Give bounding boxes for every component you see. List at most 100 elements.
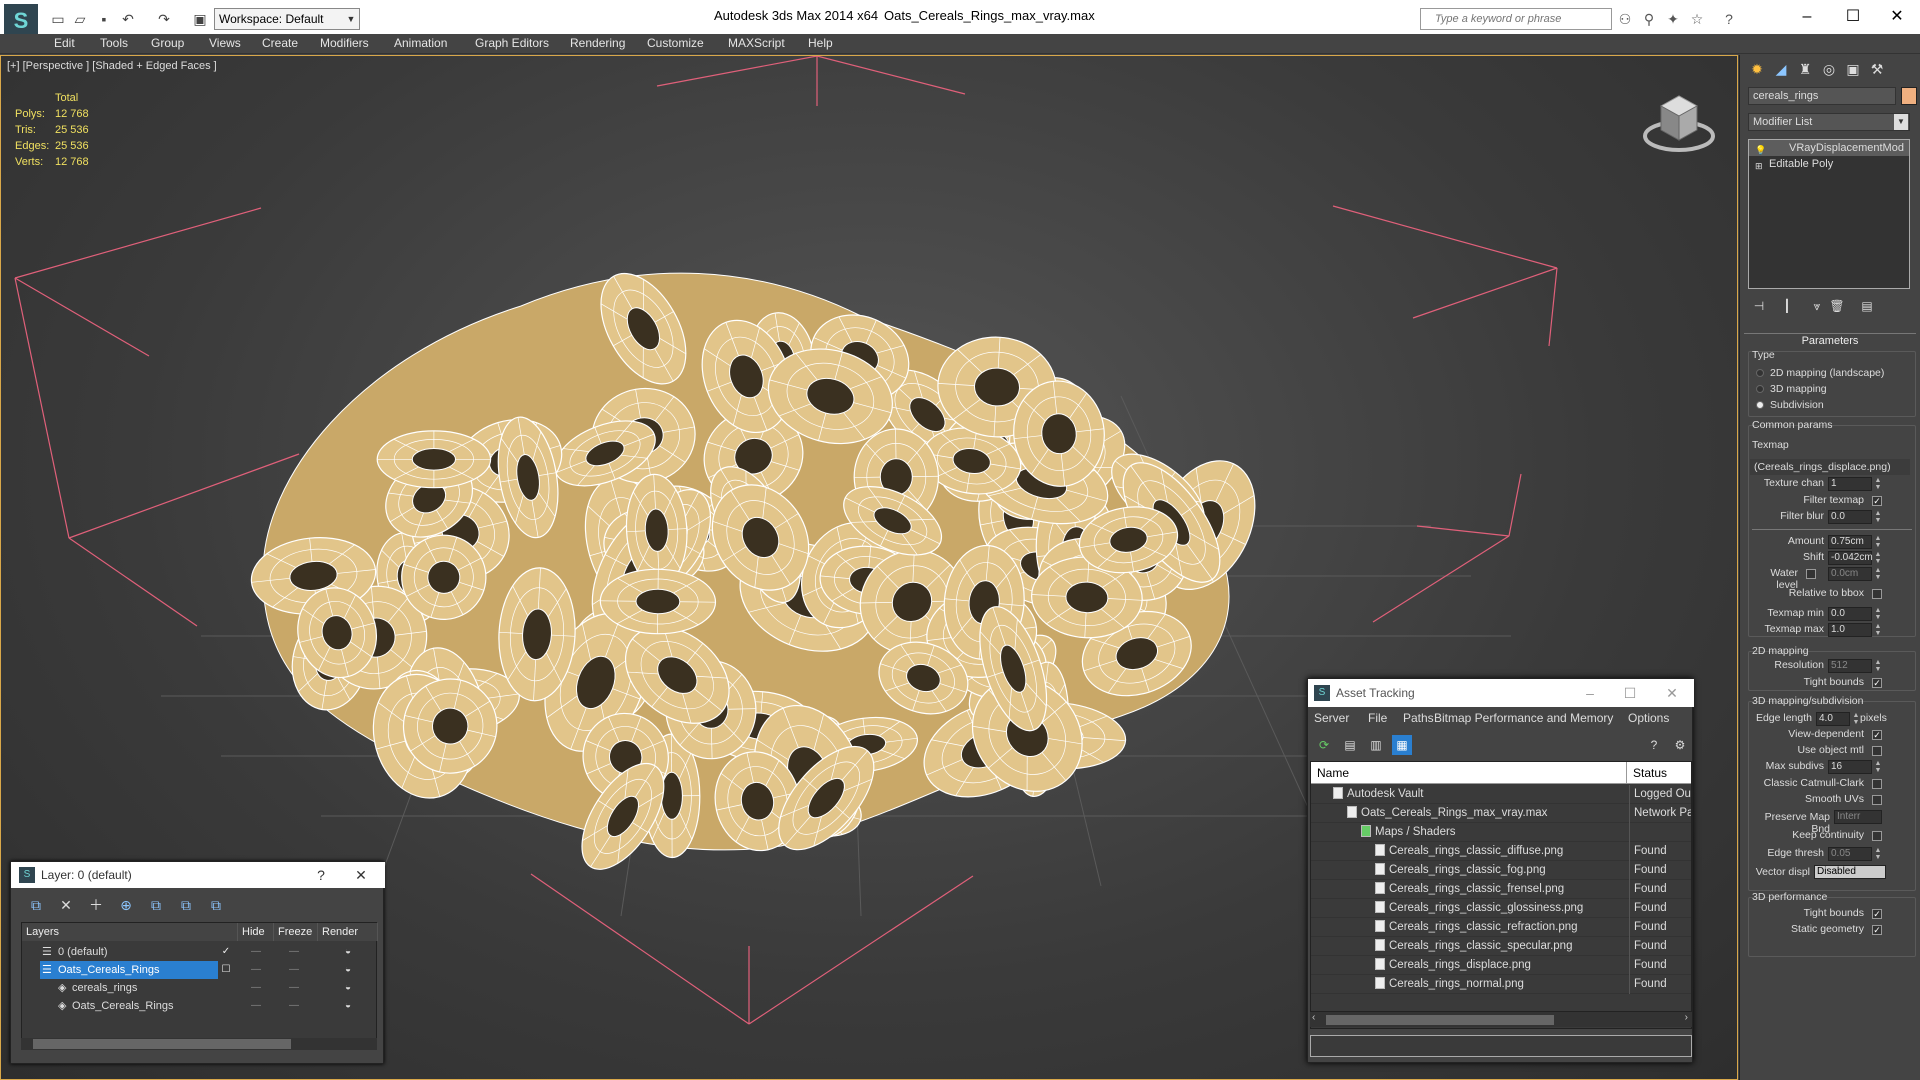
redo-icon[interactable]: ↷ <box>154 9 174 29</box>
show-end-result-icon[interactable]: ┃ <box>1776 297 1798 315</box>
save-icon[interactable]: ▪ <box>94 9 114 29</box>
parameters-rollout-header[interactable]: Parameters <box>1744 333 1916 347</box>
search-input[interactable] <box>1421 9 1611 29</box>
layer-row[interactable]: ☰ 0 (default) ✓ — — ◒ <box>22 943 378 961</box>
freeze-toggle[interactable]: — <box>286 979 302 997</box>
menu-help[interactable]: Help <box>808 36 833 50</box>
favorites-star-icon[interactable]: ☆ <box>1688 10 1706 28</box>
column-header-hide[interactable]: Hide <box>238 923 274 941</box>
render-teapot-icon[interactable]: ◒ <box>340 943 356 961</box>
delete-layer-icon[interactable]: ✕ <box>55 894 77 916</box>
use-object-mtl-checkbox[interactable] <box>1872 746 1882 756</box>
table-view-icon[interactable]: ▦ <box>1392 735 1412 755</box>
radio-icon[interactable] <box>1756 401 1764 409</box>
scrollbar-thumb[interactable] <box>33 1039 291 1049</box>
column-header-freeze[interactable]: Freeze <box>274 923 318 941</box>
close-icon[interactable]: ✕ <box>351 865 371 885</box>
help-icon[interactable]: ? <box>1720 10 1738 28</box>
spinner-arrows-icon[interactable]: ▲ ▼ <box>1852 712 1860 726</box>
asset-row[interactable]: Cereals_rings_classic_frensel.png Found <box>1311 880 1691 899</box>
menu-views[interactable]: Views <box>209 36 241 50</box>
keep-continuity-checkbox[interactable] <box>1872 831 1882 841</box>
horizontal-scrollbar[interactable] <box>21 1038 377 1050</box>
filter-texmap-checkbox[interactable]: ✓ <box>1872 496 1882 506</box>
menu-customize[interactable]: Customize <box>647 36 704 50</box>
object-color-swatch[interactable] <box>1901 87 1917 105</box>
expand-plus-icon[interactable]: ⊞ <box>1755 158 1765 171</box>
scroll-right-icon[interactable]: › <box>1685 1012 1688 1023</box>
refresh-icon[interactable]: ⟳ <box>1314 735 1334 755</box>
undo-icon[interactable]: ↶ <box>118 9 138 29</box>
vector-displ-dropdown[interactable]: Disabled <box>1814 865 1886 879</box>
perf-tight-bounds-checkbox[interactable]: ✓ <box>1872 909 1882 919</box>
asset-menu-options[interactable]: Options <box>1628 711 1669 725</box>
configure-sets-icon[interactable]: ▤ <box>1856 297 1878 315</box>
display-tab-icon[interactable]: ▣ <box>1842 59 1864 79</box>
viewport-label[interactable]: [+] [Perspective ] [Shaded + Edged Faces… <box>7 60 217 72</box>
asset-row[interactable]: Cereals_rings_classic_refraction.png Foun… <box>1311 918 1691 937</box>
edge-length-spinner[interactable]: 4.0 <box>1816 712 1850 726</box>
spinner-arrows-icon[interactable]: ▲ ▼ <box>1874 659 1882 673</box>
render-teapot-icon[interactable]: ◒ <box>340 997 356 1015</box>
asset-row[interactable]: Oats_Cereals_Rings_max_vray.max Network P… <box>1311 804 1691 823</box>
communication-icon[interactable]: ✦ <box>1664 10 1682 28</box>
hide-toggle[interactable]: — <box>248 979 264 997</box>
app-logo-icon[interactable]: S <box>4 4 38 38</box>
chevron-down-icon[interactable]: ▼ <box>343 8 359 30</box>
hide-toggle[interactable]: — <box>248 997 264 1015</box>
spinner-arrows-icon[interactable]: ▲ ▼ <box>1874 607 1882 621</box>
layer-object-row[interactable]: ◈ cereals_rings — — ◒ <box>22 979 378 997</box>
create-tab-icon[interactable]: ✹ <box>1746 59 1768 79</box>
column-header-name[interactable]: Name <box>1311 762 1627 784</box>
hierarchy-tab-icon[interactable]: ♜ <box>1794 59 1816 79</box>
list-view-icon[interactable]: ▤ <box>1340 735 1360 755</box>
water-level-spinner[interactable]: 0.0cm <box>1828 567 1872 581</box>
asset-menu-server[interactable]: Server <box>1314 711 1349 725</box>
freeze-toggle[interactable]: — <box>286 961 302 979</box>
chevron-down-icon[interactable]: ▼ <box>1894 114 1908 130</box>
preserve-map-dropdown[interactable]: Interr <box>1834 810 1882 824</box>
menu-animation[interactable]: Animation <box>394 36 447 50</box>
texmap-min-spinner[interactable]: 0.0 <box>1828 607 1872 621</box>
menu-edit[interactable]: Edit <box>54 36 75 50</box>
menu-group[interactable]: Group <box>151 36 184 50</box>
help-icon[interactable]: ? <box>1644 735 1664 755</box>
project-folder-icon[interactable]: ▣ <box>190 9 210 29</box>
close-icon[interactable]: ✕ <box>1654 681 1690 705</box>
spinner-arrows-icon[interactable]: ▲ ▼ <box>1874 477 1882 491</box>
radio-3d-mapping[interactable]: 3D mapping <box>1748 381 1916 397</box>
select-objects-icon[interactable]: ⊕ <box>115 894 137 916</box>
static-geometry-checkbox[interactable]: ✓ <box>1872 925 1882 935</box>
asset-path-field[interactable] <box>1310 1035 1692 1057</box>
asset-row[interactable]: Maps / Shaders <box>1311 823 1691 842</box>
menu-tools[interactable]: Tools <box>100 36 128 50</box>
new-file-icon[interactable]: ▭ <box>48 9 68 29</box>
smooth-uvs-checkbox[interactable] <box>1872 795 1882 805</box>
asset-row[interactable]: Cereals_rings_classic_diffuse.png Found <box>1311 842 1691 861</box>
texmap-max-spinner[interactable]: 1.0 <box>1828 623 1872 637</box>
asset-window-titlebar[interactable]: S Asset Tracking – ☐ ✕ <box>1308 679 1694 707</box>
render-teapot-icon[interactable]: ◒ <box>340 979 356 997</box>
utilities-tab-icon[interactable]: ⚒ <box>1866 59 1888 79</box>
asset-row[interactable]: Autodesk Vault Logged Ou <box>1311 785 1691 804</box>
column-header-render[interactable]: Render <box>318 923 378 941</box>
pin-stack-icon[interactable]: ⊣ <box>1748 297 1770 315</box>
detail-view-icon[interactable]: ▥ <box>1366 735 1386 755</box>
spinner-arrows-icon[interactable]: ▲ ▼ <box>1874 847 1882 861</box>
radio-icon[interactable] <box>1756 385 1764 393</box>
menu-rendering[interactable]: Rendering <box>570 36 625 50</box>
hide-all-icon[interactable]: ⧉ <box>175 894 197 916</box>
menu-create[interactable]: Create <box>262 36 298 50</box>
current-layer-box-icon[interactable]: ☐ <box>218 961 234 979</box>
tight-bounds-checkbox[interactable]: ✓ <box>1872 678 1882 688</box>
add-to-layer-icon[interactable]: ＋ <box>85 894 107 916</box>
render-teapot-icon[interactable]: ◒ <box>340 961 356 979</box>
texmap-button[interactable]: (Cereals_rings_displace.png) <box>1750 459 1910 475</box>
catmull-clark-checkbox[interactable] <box>1872 779 1882 789</box>
asset-menu-bitmap-performance[interactable]: Bitmap Performance and Memory <box>1434 711 1613 725</box>
modifier-list-dropdown[interactable]: Modifier List ▼ <box>1748 113 1910 131</box>
asset-row[interactable]: Cereals_rings_normal.png Found <box>1311 975 1691 994</box>
freeze-all-icon[interactable]: ⧉ <box>205 894 227 916</box>
horizontal-scrollbar[interactable]: ‹ › <box>1310 1011 1692 1027</box>
amount-spinner[interactable]: 0.75cm <box>1828 535 1872 549</box>
